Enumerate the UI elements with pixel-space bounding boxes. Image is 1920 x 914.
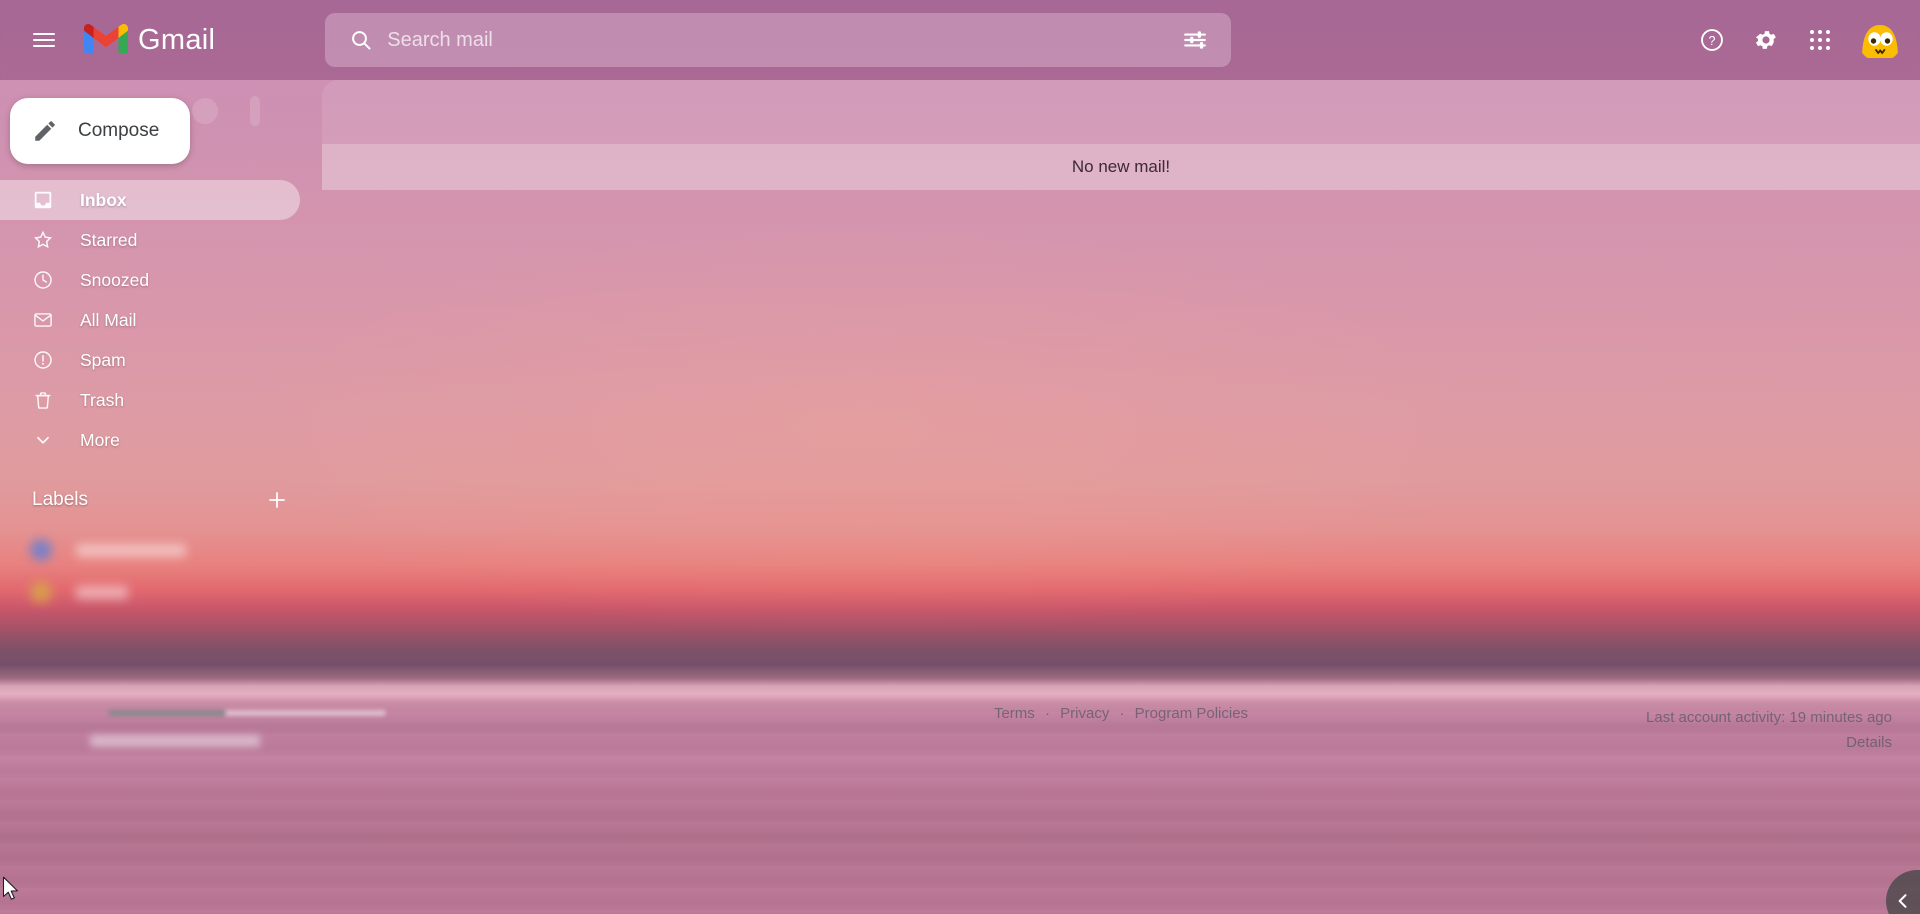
clock-icon <box>34 271 52 289</box>
sidebar-item-label: All Mail <box>80 309 137 330</box>
tune-filter-icon[interactable] <box>1173 18 1217 62</box>
search-bar[interactable] <box>325 13 1232 67</box>
compose-button[interactable]: Compose <box>10 98 190 164</box>
label-name-redacted <box>76 585 128 599</box>
plus-icon[interactable] <box>264 487 290 513</box>
list-item[interactable] <box>0 572 300 612</box>
account-activity-footer: Last account activity: 19 minutes ago De… <box>1646 705 1892 755</box>
sidebar-item-snoozed[interactable]: Snoozed <box>0 260 300 300</box>
chevron-down-icon <box>37 436 49 444</box>
top-app-bar: Gmail Search mail ? <box>0 0 1920 80</box>
hamburger-line <box>33 39 55 41</box>
trash-icon <box>35 392 51 409</box>
star-icon <box>33 230 53 249</box>
sidebar-item-label: Starred <box>80 229 138 250</box>
last-account-activity-text: Last account activity: 19 minutes ago <box>1646 709 1892 726</box>
main-menu-icon[interactable] <box>20 16 68 64</box>
gear-glyph <box>1755 31 1776 49</box>
warning-icon <box>34 351 52 369</box>
compose-label: Compose <box>78 120 160 141</box>
topbar-right-actions: ? <box>1688 16 1902 64</box>
sidebar-item-trash[interactable]: Trash <box>0 380 300 420</box>
sidebar-item-more[interactable]: More <box>0 420 300 460</box>
sidebar-item-starred[interactable]: Starred <box>0 220 300 260</box>
labels-section-header: Labels <box>0 480 290 520</box>
search-icon[interactable] <box>339 18 383 62</box>
search-glyph <box>352 31 371 50</box>
chevron-left-glyph <box>1898 894 1907 908</box>
chevron-left-icon[interactable] <box>1886 870 1920 914</box>
sidebar-item-label: Trash <box>80 389 125 410</box>
sidebar-item-all-mail[interactable]: All Mail <box>0 300 300 340</box>
footer-separator: · <box>1044 705 1050 722</box>
avatar[interactable] <box>1858 18 1902 62</box>
footer-link-privacy[interactable]: Privacy <box>1060 705 1109 722</box>
label-color-dot <box>30 539 52 561</box>
apps-grid-dots <box>1810 30 1830 50</box>
storage-usage-text-redacted <box>90 735 350 747</box>
label-name-redacted <box>76 543 186 557</box>
settings-gear-icon[interactable] <box>1742 16 1790 64</box>
empty-inbox-text: No new mail! <box>1071 157 1171 176</box>
gmail-logo-icon <box>84 24 128 54</box>
sidebar-item-label: Snoozed <box>80 269 150 290</box>
inbox-icon <box>34 191 52 209</box>
plus-glyph <box>269 492 285 508</box>
sidebar: Compose Inbox Starred Snoozed All Mail S… <box>0 80 386 914</box>
sidebar-item-inbox[interactable]: Inbox <box>0 180 300 220</box>
search-input[interactable] <box>387 28 1174 52</box>
hamburger-line <box>33 33 55 35</box>
more-options-icon[interactable] <box>250 96 260 126</box>
sidebar-item-spam[interactable]: Spam <box>0 340 300 380</box>
pencil-icon <box>35 121 55 141</box>
gmail-brand[interactable]: Gmail <box>84 23 215 57</box>
sidebar-item-label: More <box>80 429 120 450</box>
avatar-blob-glyph <box>1862 25 1898 58</box>
svg-text:?: ? <box>1709 34 1716 48</box>
help-glyph: ? <box>1701 29 1723 51</box>
hamburger-line <box>33 45 55 47</box>
footer-link-program-policies[interactable]: Program Policies <box>1135 705 1248 722</box>
label-color-dot <box>30 581 52 603</box>
labels-title: Labels <box>32 489 88 510</box>
empty-inbox-banner: No new mail! <box>322 144 1920 190</box>
help-icon[interactable]: ? <box>1688 16 1736 64</box>
sidebar-item-label: Spam <box>80 349 126 370</box>
toolbar-ghost-icon[interactable] <box>192 98 218 124</box>
footer-separator: · <box>1119 705 1125 722</box>
storage-progress-fill <box>108 710 226 716</box>
list-item[interactable] <box>0 530 300 570</box>
tune-glyph <box>1184 31 1207 49</box>
details-link[interactable]: Details <box>1646 730 1892 755</box>
google-apps-icon[interactable] <box>1796 16 1844 64</box>
main-content: No new mail! Terms · Privacy · Program P… <box>192 80 1920 914</box>
sidebar-item-label: Inbox <box>80 189 127 210</box>
mail-icon <box>34 313 52 327</box>
brand-title: Gmail <box>138 23 216 56</box>
gmail-app-window: Gmail Search mail ? Compose Inbox Starre… <box>0 0 1920 914</box>
footer-link-terms[interactable]: Terms <box>994 705 1035 722</box>
sidebar-nav-list: Inbox Starred Snoozed All Mail Spam Tras… <box>0 180 322 460</box>
mail-toolbar <box>192 80 1920 144</box>
